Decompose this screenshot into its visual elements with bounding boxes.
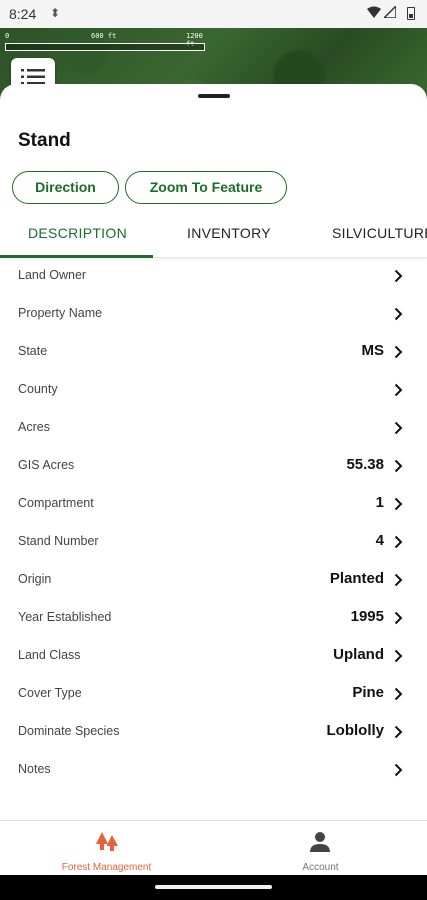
person-icon	[310, 832, 330, 852]
attribute-value: Loblolly	[326, 722, 385, 739]
attribute-label: Stand Number	[18, 534, 99, 548]
feature-detail-sheet: Stand Direction Zoom To Feature DESCRIPT…	[0, 84, 427, 820]
attribute-label: Land Owner	[18, 268, 87, 282]
attribute-row-gis-acres[interactable]: GIS Acres 55.38	[0, 448, 427, 486]
wifi-icon	[367, 6, 381, 18]
status-time: 8:24	[9, 6, 37, 22]
sheet-title: Stand	[18, 130, 71, 151]
attribute-row-compartment[interactable]: Compartment 1	[0, 486, 427, 524]
attribute-label: Land Class	[18, 648, 81, 662]
attribute-value: 4	[375, 532, 384, 549]
attribute-value: Upland	[333, 646, 384, 663]
attribute-label: Notes	[18, 762, 51, 776]
attribute-label: Compartment	[18, 496, 94, 510]
chevron-right-icon	[394, 535, 403, 549]
attribute-row-state[interactable]: State MS	[0, 334, 427, 372]
attribute-row-property-name[interactable]: Property Name	[0, 296, 427, 334]
attribute-row-county[interactable]: County	[0, 372, 427, 410]
notification-icon: ⬍	[50, 6, 61, 20]
attribute-row-cover-type[interactable]: Cover Type Pine	[0, 676, 427, 714]
map-scale-bar: 0 600 ft 1200 ft	[5, 32, 205, 51]
nav-account[interactable]: Account	[214, 821, 427, 876]
direction-button[interactable]: Direction	[12, 171, 119, 204]
chevron-right-icon	[394, 421, 403, 435]
system-navigation-bar	[0, 875, 427, 900]
attribute-label: Year Established	[18, 610, 112, 624]
chevron-right-icon	[394, 497, 403, 511]
tab-bar: DESCRIPTION INVENTORY SILVICULTURE	[0, 212, 427, 258]
attribute-row-acres[interactable]: Acres	[0, 410, 427, 448]
attribute-label: Dominate Species	[18, 724, 120, 738]
tab-description[interactable]: DESCRIPTION	[28, 225, 127, 241]
nav-label: Forest Management	[61, 862, 152, 873]
attribute-row-stand-number[interactable]: Stand Number 4	[0, 524, 427, 562]
attribute-row-dominate-species[interactable]: Dominate Species Loblolly	[0, 714, 427, 752]
chevron-right-icon	[394, 725, 403, 739]
attribute-label: GIS Acres	[18, 458, 75, 472]
attribute-label: Acres	[18, 420, 50, 434]
attribute-label: Property Name	[18, 306, 103, 320]
scale-label-0: 0	[5, 32, 10, 40]
attribute-value: 55.38	[346, 456, 384, 473]
signal-icon	[384, 6, 396, 18]
scale-label-1: 600 ft	[91, 32, 117, 40]
attribute-row-origin[interactable]: Origin Planted	[0, 562, 427, 600]
tab-inventory[interactable]: INVENTORY	[187, 225, 271, 241]
attribute-list: Land Owner Property Name State MS County…	[0, 258, 427, 790]
battery-icon	[407, 7, 415, 20]
nav-label: Account	[302, 862, 339, 873]
bottom-navigation: Forest Management Account	[0, 820, 427, 875]
trees-icon	[96, 832, 118, 851]
attribute-label: County	[18, 382, 58, 396]
attribute-row-land-class[interactable]: Land Class Upland	[0, 638, 427, 676]
attribute-value: Pine	[352, 684, 384, 701]
status-bar: 8:24 ⬍	[0, 0, 427, 28]
chevron-right-icon	[394, 383, 403, 397]
chevron-right-icon	[394, 459, 403, 473]
chevron-right-icon	[394, 307, 403, 321]
sheet-drag-handle[interactable]	[198, 94, 230, 98]
chevron-right-icon	[394, 687, 403, 701]
attribute-value: 1995	[350, 608, 384, 625]
home-gesture-bar[interactable]	[155, 885, 272, 889]
attribute-label: Origin	[18, 572, 52, 586]
attribute-label: Cover Type	[18, 686, 82, 700]
attribute-value: MS	[361, 342, 385, 359]
chevron-right-icon	[394, 763, 403, 777]
attribute-label: State	[18, 344, 48, 358]
chevron-right-icon	[394, 649, 403, 663]
chevron-right-icon	[394, 573, 403, 587]
chevron-right-icon	[394, 269, 403, 283]
attribute-value: 1	[375, 494, 384, 511]
tab-silviculture[interactable]: SILVICULTURE	[332, 225, 427, 241]
chevron-right-icon	[394, 611, 403, 625]
nav-forest-management[interactable]: Forest Management	[0, 821, 213, 876]
attribute-value: Planted	[329, 570, 384, 587]
zoom-to-feature-button[interactable]: Zoom To Feature	[125, 171, 287, 204]
attribute-row-year-established[interactable]: Year Established 1995	[0, 600, 427, 638]
attribute-row-notes[interactable]: Notes	[0, 752, 427, 790]
scale-bar-line	[5, 43, 205, 51]
chevron-right-icon	[394, 345, 403, 359]
attribute-row-land-owner[interactable]: Land Owner	[0, 258, 427, 296]
